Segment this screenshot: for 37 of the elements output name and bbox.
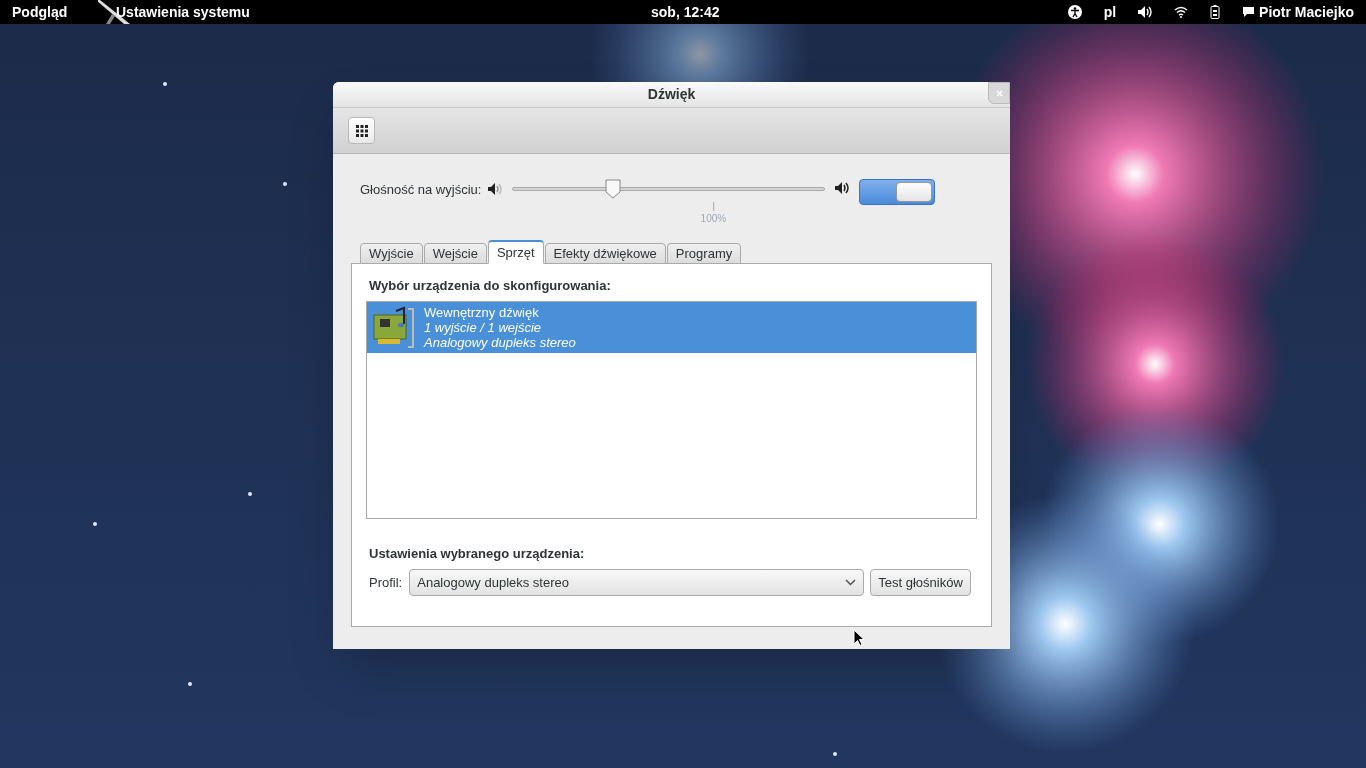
volume-slider[interactable]	[512, 179, 826, 199]
activities-button[interactable]: Podgląd	[12, 1, 98, 23]
tab[interactable]: Programy	[666, 243, 742, 264]
keyboard-layout[interactable]: pl	[1103, 1, 1117, 23]
test-speakers-button[interactable]: Test głośników	[870, 569, 971, 596]
profile-label: Profil:	[369, 573, 403, 592]
tab[interactable]: Wyjście	[360, 243, 423, 264]
volume-mark-label: 100%	[700, 212, 727, 226]
mouse-pointer-icon	[853, 629, 865, 647]
accessibility-icon[interactable]	[1067, 5, 1082, 19]
profile-dropdown[interactable]: Analogowy dupleks stereo	[409, 569, 865, 596]
device-heading: Wybór urządzenia do skonfigurowania:	[369, 277, 612, 295]
slider-thumb[interactable]	[604, 179, 621, 199]
chevron-down-icon	[845, 579, 857, 586]
tab[interactable]: Sprzęt	[487, 240, 544, 264]
volume-icon[interactable]	[1138, 6, 1153, 18]
device-name: Wewnętrzny dźwięk	[424, 304, 540, 320]
tab[interactable]: Wejście	[423, 243, 487, 264]
close-icon	[995, 89, 1003, 97]
tab[interactable]: Efekty dźwiękowe	[544, 243, 666, 264]
app-menu[interactable]: Ustawienia systemu	[116, 1, 250, 23]
grid-icon	[355, 124, 368, 137]
wifi-icon[interactable]	[1174, 6, 1189, 18]
clock[interactable]: sob, 12:42	[651, 1, 720, 23]
mute-switch[interactable]	[859, 179, 936, 205]
chat-bubble-icon[interactable]	[1242, 6, 1256, 18]
sound-card-icon	[372, 305, 416, 349]
speaker-low-icon	[488, 183, 503, 195]
all-settings-button[interactable]	[348, 117, 375, 144]
speaker-high-icon	[835, 182, 850, 194]
user-name[interactable]: Piotr Maciejko	[1259, 1, 1354, 23]
device-ports: 1 wyjście / 1 wejście	[424, 319, 543, 335]
settings-heading: Ustawienia wybranego urządzenia:	[369, 544, 586, 563]
window-title: Dźwięk	[647, 85, 696, 104]
battery-icon[interactable]	[1210, 5, 1221, 19]
output-volume-label: Głośność na wyjściu:	[360, 181, 482, 199]
device-profile: Analogowy dupleks stereo	[424, 334, 576, 350]
